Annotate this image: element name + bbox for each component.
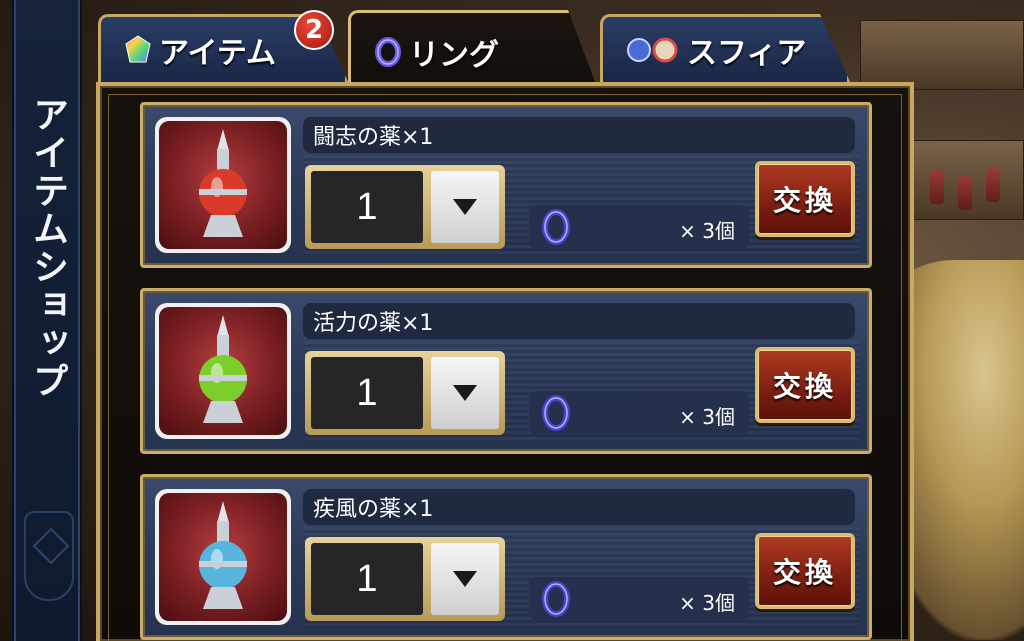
quantity-selector[interactable]: 1 — [305, 351, 505, 435]
exchange-button[interactable]: 交換 — [755, 347, 855, 423]
quantity-value: 1 — [311, 171, 423, 243]
sphere-icon — [625, 35, 681, 65]
item-image — [155, 489, 291, 625]
ring-icon — [373, 36, 403, 67]
list-item: 疾風の薬×1 1 × 3個 交換 — [140, 474, 872, 640]
shop-title: アイテムショップ — [27, 96, 68, 400]
cost-display: × 3個 — [529, 205, 749, 249]
item-image — [155, 117, 291, 253]
notification-badge: 2 — [294, 10, 334, 50]
ring-icon — [537, 580, 575, 622]
tab-rings-label: リング — [409, 37, 499, 73]
cost-display: × 3個 — [529, 577, 749, 621]
item-name: 疾風の薬×1 — [303, 489, 855, 525]
quantity-value: 1 — [311, 543, 423, 615]
triangle-down-icon — [453, 385, 477, 401]
tab-items-label: アイテム — [159, 35, 276, 71]
triangle-down-icon — [453, 199, 477, 215]
item-image — [155, 303, 291, 439]
ornament-icon — [24, 511, 74, 601]
triangle-down-icon — [453, 571, 477, 587]
exchange-button[interactable]: 交換 — [755, 161, 855, 237]
potion-red-icon — [199, 129, 247, 237]
list-item: 闘志の薬×1 1 × 3個 交換 — [140, 102, 872, 268]
dropdown-button[interactable] — [431, 357, 499, 429]
dropdown-button[interactable] — [431, 543, 499, 615]
cost-amount: × 3個 — [679, 219, 735, 243]
quantity-value: 1 — [311, 357, 423, 429]
quantity-selector[interactable]: 1 — [305, 165, 505, 249]
tab-rings[interactable]: リング — [348, 10, 598, 90]
potion-blue-icon — [199, 501, 247, 609]
ring-icon — [537, 394, 575, 436]
ring-icon — [537, 208, 575, 250]
side-banner: アイテムショップ — [14, 0, 80, 641]
list-item: 活力の薬×1 1 × 3個 交換 — [140, 288, 872, 454]
rainbow-crystal-icon — [123, 34, 153, 65]
cost-amount: × 3個 — [679, 405, 735, 429]
tab-spheres[interactable]: スフィア — [600, 14, 850, 82]
potion-green-icon — [199, 315, 247, 423]
item-list-panel: 闘志の薬×1 1 × 3個 交換 活力の薬×1 1 × 3個 交換 疾風の薬×1… — [96, 82, 914, 641]
cost-display: × 3個 — [529, 391, 749, 435]
cost-amount: × 3個 — [679, 591, 735, 615]
item-name: 闘志の薬×1 — [303, 117, 855, 153]
item-name: 活力の薬×1 — [303, 303, 855, 339]
tab-spheres-label: スフィア — [687, 35, 807, 71]
dropdown-button[interactable] — [431, 171, 499, 243]
exchange-button[interactable]: 交換 — [755, 533, 855, 609]
quantity-selector[interactable]: 1 — [305, 537, 505, 621]
